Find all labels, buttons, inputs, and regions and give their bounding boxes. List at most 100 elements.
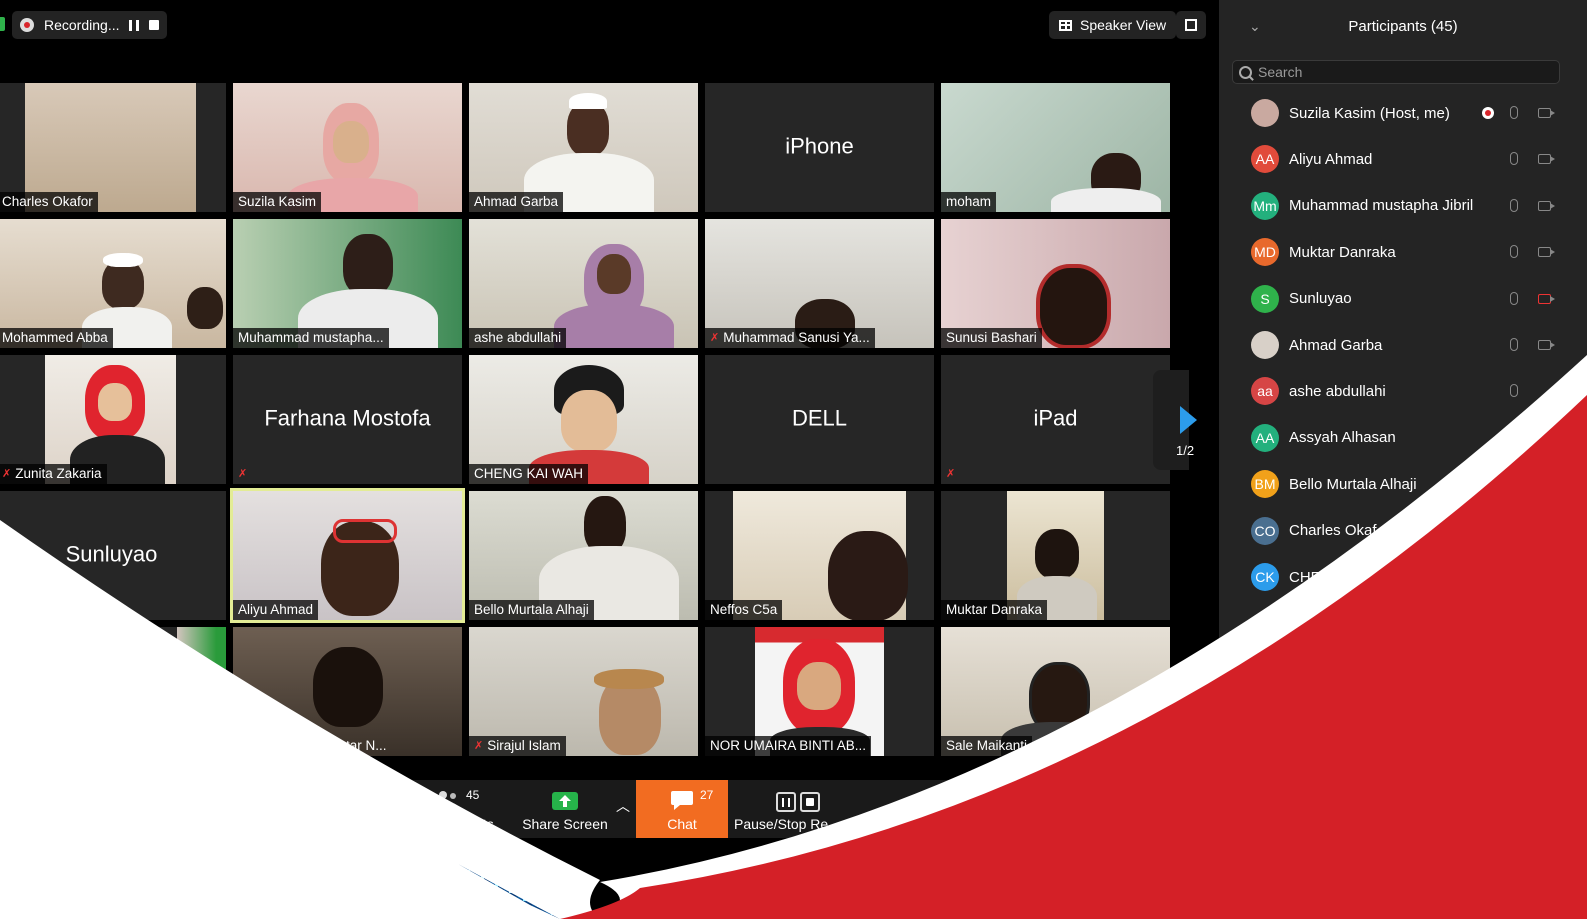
participant-name: Aliyu Ahmad — [1289, 150, 1373, 168]
video-tile[interactable]: Charles Okafor — [0, 83, 226, 212]
participant-row[interactable]: Suzila Kasim (Host, me) — [1251, 95, 1450, 131]
search-placeholder: Search — [1258, 64, 1303, 80]
active-speaker-tile[interactable]: Aliyu Ahmad — [230, 488, 465, 623]
participants-icon — [435, 791, 459, 808]
participants-button[interactable]: 45 icipants — [430, 780, 510, 838]
stop-recording-icon[interactable] — [149, 20, 160, 30]
video-tile[interactable]: Muhammad mustapha... — [233, 219, 462, 348]
avatar: BM — [1251, 470, 1279, 499]
participant-row[interactable]: Mm Muhammad mustapha Jibril — [1251, 188, 1473, 224]
participant-row[interactable]: AA Aliyu Ahmad — [1251, 141, 1372, 177]
video-tile[interactable]: ✗ Sirajul Islam — [469, 627, 698, 756]
participant-name: Bello Murtala Alhaji — [1289, 475, 1417, 493]
speaker-view-button[interactable]: Speaker View — [1049, 11, 1177, 39]
share-screen-button[interactable]: Share Screen — [520, 780, 610, 838]
tile-name: ✗ Sirajul Islam — [469, 736, 566, 756]
chat-count: 27 — [700, 788, 714, 802]
avatar: aa — [1251, 377, 1279, 406]
tile-muted: ✗ — [233, 464, 252, 484]
pause-recording-icon[interactable] — [129, 19, 140, 31]
video-tile[interactable]: Farhana Mostofa ✗ — [233, 355, 462, 484]
participant-row[interactable]: MD Muktar Danraka — [1251, 234, 1396, 270]
participant-row[interactable]: aa ashe abdullahi — [1251, 373, 1386, 409]
tile-name: Muhammad mustapha... — [233, 328, 389, 348]
microphone-icon[interactable] — [1510, 291, 1518, 305]
tile-name: Suzila Kasim — [233, 192, 322, 212]
participants-label: icipants — [446, 816, 494, 832]
next-arrow-icon[interactable] — [1180, 406, 1197, 434]
video-tile[interactable]: CHENG KAI WAH — [469, 355, 698, 484]
tile-display-name: DELL — [791, 405, 848, 431]
chat-button[interactable]: 27 Chat — [636, 780, 728, 838]
video-tile[interactable]: ✗ Zunita Zakaria — [0, 355, 226, 484]
participant-row[interactable]: BM Bello Murtala Alhaji — [1251, 466, 1417, 502]
camera-icon[interactable] — [1538, 108, 1555, 118]
video-tile[interactable]: iPad ✗ — [941, 355, 1170, 484]
camera-icon[interactable] — [1538, 154, 1555, 165]
participant-row[interactable]: Ahmad Garba — [1251, 327, 1382, 363]
video-tile[interactable]: Muktar Danraka — [941, 491, 1170, 620]
participant-search-input[interactable]: Search — [1232, 60, 1560, 84]
tile-name: ✗ Muhammad Sanusi Ya... — [705, 328, 875, 348]
grid-icon — [1059, 19, 1072, 31]
tile-name: ashe abdullahi — [469, 328, 567, 348]
tile-name: Neffos C5a — [705, 600, 783, 620]
video-tile[interactable]: Mukhtar N... — [233, 627, 462, 756]
pause-stop-icon — [776, 792, 820, 812]
tile-name: Ahmad Garba — [469, 192, 564, 212]
video-tile[interactable]: Neffos C5a — [705, 491, 934, 620]
video-tile[interactable]: Sunusi Bashari — [941, 219, 1170, 348]
tile-name: NOR UMAIRA BINTI AB... — [705, 736, 872, 756]
pause-stop-recording-button[interactable]: Pause/Stop Re — [734, 780, 844, 838]
camera-icon[interactable] — [1538, 247, 1555, 258]
participant-row[interactable]: AA Assyah Alhasan — [1251, 420, 1396, 456]
camera-icon[interactable] — [1538, 340, 1555, 350]
muted-mic-icon: ✗ — [474, 740, 484, 752]
camera-off-icon[interactable] — [1538, 293, 1555, 304]
pause-stop-label: Pause/Stop Re — [734, 816, 829, 832]
video-tile[interactable]: Sale Maikanti — [941, 627, 1170, 756]
avatar: MD — [1251, 238, 1279, 267]
record-icon — [20, 18, 34, 32]
share-options-caret[interactable]: ︿ — [612, 780, 634, 838]
participant-row[interactable]: CK CHE — [1251, 559, 1321, 595]
tile-name: Sale Maikanti — [941, 736, 1033, 756]
microphone-icon[interactable] — [1510, 152, 1518, 166]
video-tile[interactable]: Mohammed Abba — [0, 219, 226, 348]
video-tile[interactable]: Bello Murtala Alhaji — [469, 491, 698, 620]
tile-name: ✗ Zunita Zakaria — [0, 464, 107, 484]
participant-name: Sunluyao — [1289, 290, 1352, 308]
video-tile[interactable]: NOR UMAIRA BINTI AB... — [705, 627, 934, 756]
participant-row[interactable]: S Sunluyao — [1251, 281, 1352, 317]
fullscreen-icon — [1185, 19, 1197, 31]
video-tile[interactable]: ✗ Muhammad Sanusi Ya... — [705, 219, 934, 348]
video-tile[interactable]: Ahmad Garba — [469, 83, 698, 212]
participant-row[interactable]: CO Charles Okaf — [1251, 513, 1377, 549]
video-tile[interactable]: Suzila Kasim — [233, 83, 462, 212]
video-tile[interactable]: moham — [941, 83, 1170, 212]
tile-name: Sunusi Bashari — [941, 328, 1042, 348]
microphone-icon[interactable] — [1510, 384, 1518, 398]
video-tile[interactable]: iPhone — [705, 83, 934, 212]
video-tile[interactable]: DELL — [705, 355, 934, 484]
video-tile[interactable]: Sunluyao — [0, 491, 226, 620]
participant-name: Charles Okaf — [1289, 522, 1377, 540]
video-feed — [177, 627, 226, 756]
avatar — [1251, 99, 1279, 127]
speaker-view-label: Speaker View — [1080, 17, 1167, 33]
microphone-icon[interactable] — [1510, 198, 1518, 212]
video-tile[interactable] — [0, 627, 226, 756]
chat-icon — [671, 791, 693, 810]
microphone-icon[interactable] — [1510, 245, 1518, 259]
microphone-icon[interactable] — [1510, 106, 1518, 119]
participant-name: Suzila Kasim (Host, me) — [1289, 104, 1450, 122]
tile-name: Mukhtar N... — [313, 738, 387, 753]
avatar: Mm — [1251, 191, 1279, 220]
microphone-icon[interactable] — [1510, 338, 1518, 351]
camera-icon[interactable] — [1538, 200, 1555, 211]
fullscreen-button[interactable] — [1176, 11, 1206, 39]
participant-name: ashe abdullahi — [1289, 382, 1386, 400]
video-tile[interactable]: ashe abdullahi — [469, 219, 698, 348]
recording-status-icon — [1482, 107, 1494, 119]
search-icon — [1239, 65, 1252, 79]
